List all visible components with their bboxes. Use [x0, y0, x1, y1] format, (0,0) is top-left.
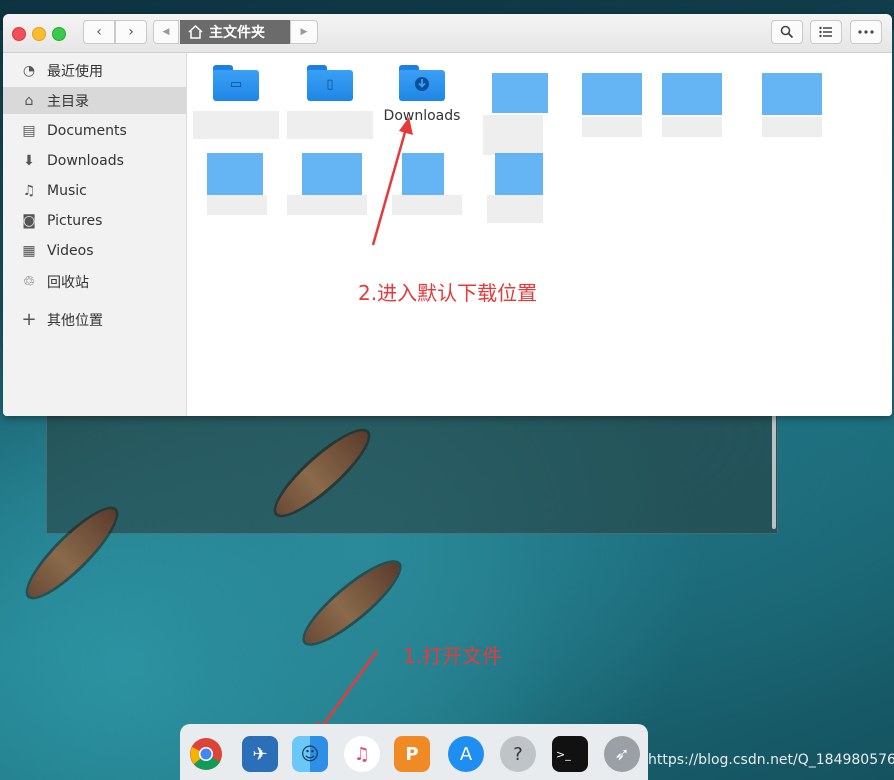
view-toggle-button[interactable] — [810, 20, 842, 44]
sidebar-item-videos[interactable]: ▦ Videos — [3, 237, 186, 264]
sidebar-item-label: Music — [47, 182, 87, 199]
terminal-icon[interactable]: >_ — [552, 736, 588, 772]
annotation-step1: 1.打开文件 — [403, 644, 503, 668]
menu-button[interactable] — [850, 20, 882, 44]
more-icon — [858, 30, 874, 34]
sidebar-item-label: Pictures — [47, 212, 103, 229]
blurred-label — [483, 115, 543, 155]
search-icon — [780, 25, 794, 39]
music-icon: ♫ — [22, 182, 36, 199]
sidebar-item-label: Documents — [47, 122, 127, 139]
recent-icon: ◔ — [22, 62, 36, 79]
trash-icon: ♲ — [22, 273, 36, 290]
sidebar-item-label: 其他位置 — [47, 312, 103, 329]
file-manager-window: ‹ › ◀ 主文件夹 ▶ ◔ 最近使用 ⌂ 主目录 ▤ Documents ⬇ … — [3, 14, 892, 416]
sidebar-item-label: Downloads — [47, 152, 124, 169]
background-window — [46, 400, 778, 534]
camera-icon: ◙ — [22, 212, 36, 229]
eagle-icon[interactable]: ✈ — [242, 736, 278, 772]
blurred-label — [287, 195, 367, 215]
blurred-folder — [207, 153, 263, 195]
triangle-right-icon: ▶ — [300, 27, 308, 37]
chevron-left-icon: ‹ — [96, 24, 102, 40]
path-scroll-right-button[interactable]: ▶ — [290, 20, 318, 44]
sidebar-item-music[interactable]: ♫ Music — [3, 177, 186, 204]
forward-button[interactable]: › — [115, 20, 147, 44]
annotation-step2: 2.进入默认下载位置 — [358, 281, 538, 305]
desktop-glyph: ▭ — [229, 77, 243, 92]
sidebar-item-label: 主目录 — [47, 93, 89, 110]
watermark: https://blog.csdn.net/Q_1849805767 — [648, 752, 894, 768]
back-button[interactable]: ‹ — [83, 20, 115, 44]
sidebar-item-other-locations[interactable]: + 其他位置 — [3, 306, 186, 333]
presentation-icon[interactable]: P — [394, 736, 430, 772]
blurred-label — [582, 117, 642, 137]
video-icon: ▦ — [22, 242, 36, 259]
sidebar-item-recent[interactable]: ◔ 最近使用 — [3, 57, 186, 84]
blurred-folder — [495, 153, 543, 195]
chevron-right-icon: › — [128, 24, 134, 40]
blurred-label — [487, 195, 543, 223]
sidebar-item-trash[interactable]: ♲ 回收站 — [3, 268, 186, 295]
minimize-window-button[interactable] — [32, 27, 46, 41]
blurred-label — [207, 195, 267, 215]
sidebar: ◔ 最近使用 ⌂ 主目录 ▤ Documents ⬇ Downloads ♫ M… — [3, 53, 187, 416]
wallpaper-boat — [296, 552, 408, 654]
blurred-label — [762, 117, 822, 137]
folder-icon[interactable]: ▭ — [213, 65, 259, 101]
blurred-folder — [662, 73, 722, 115]
plus-icon: + — [21, 309, 37, 330]
blurred-label — [193, 111, 279, 139]
blurred-folder — [582, 73, 642, 115]
sidebar-item-pictures[interactable]: ◙ Pictures — [3, 207, 186, 234]
blurred-folder — [762, 73, 822, 115]
search-button[interactable] — [771, 20, 803, 44]
folder-icon[interactable]: ▯ — [307, 65, 353, 101]
music-icon[interactable]: ♫ — [344, 736, 380, 772]
document-glyph: ▯ — [326, 77, 334, 92]
home-icon: ⌂ — [24, 92, 34, 109]
finder-icon[interactable]: ☺ — [292, 736, 328, 772]
file-view: ▭ ▯ Downloads 2.进入默认下载位置 — [187, 53, 892, 416]
sidebar-item-documents[interactable]: ▤ Documents — [3, 117, 186, 144]
path-label: 主文件夹 — [209, 25, 265, 41]
triangle-left-icon: ◀ — [162, 27, 170, 37]
maximize-window-button[interactable] — [52, 27, 66, 41]
downloads-folder-icon[interactable] — [399, 65, 445, 101]
path-bar-home[interactable]: 主文件夹 — [180, 20, 290, 44]
chrome-icon[interactable] — [188, 736, 224, 772]
app-store-icon[interactable]: A — [448, 736, 484, 772]
list-view-icon — [819, 26, 832, 38]
sidebar-item-label: Videos — [47, 242, 94, 259]
download-icon — [399, 76, 445, 96]
path-scroll-left-button[interactable]: ◀ — [153, 20, 179, 44]
annotation-arrow — [371, 117, 413, 246]
blurred-folder — [302, 153, 362, 195]
blurred-label — [662, 117, 722, 137]
sidebar-item-downloads[interactable]: ⬇ Downloads — [3, 147, 186, 174]
titlebar: ‹ › ◀ 主文件夹 ▶ — [3, 14, 892, 53]
document-icon: ▤ — [22, 122, 36, 139]
close-window-button[interactable] — [12, 27, 26, 41]
home-icon — [188, 25, 203, 39]
background-scrollbar — [772, 405, 776, 529]
blurred-folder — [492, 73, 548, 113]
sidebar-item-home[interactable]: ⌂ 主目录 — [3, 87, 186, 114]
sidebar-item-label: 回收站 — [47, 274, 89, 291]
launchpad-icon[interactable]: ➶ — [604, 736, 640, 772]
help-icon[interactable]: ? — [500, 736, 536, 772]
sidebar-item-label: 最近使用 — [47, 63, 103, 80]
dock: ✈ ☺ ♫ P A ? >_ ➶ — [180, 724, 648, 780]
download-icon: ⬇ — [23, 152, 35, 169]
